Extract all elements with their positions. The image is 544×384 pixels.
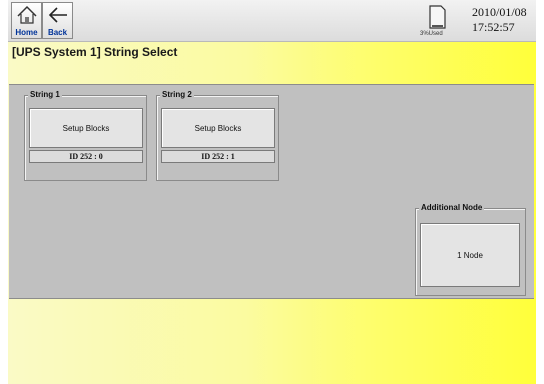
memory-usage-label: 3%Used [420, 31, 443, 37]
page-title: [UPS System 1] String Select [12, 45, 178, 59]
string-1-group: String 1 Setup Blocks ID 252 : 0 [24, 90, 147, 181]
back-button[interactable]: Back [42, 2, 73, 39]
back-button-label: Back [47, 28, 68, 37]
time-display: 17:52:57 [472, 20, 515, 34]
hmi-screen: Home Back 3%Used 2010/01/08 17:52:57 [UP… [8, 0, 536, 384]
additional-node-group: Additional Node 1 Node [415, 203, 526, 296]
additional-node-label: Additional Node [419, 203, 485, 213]
main-panel: String 1 Setup Blocks ID 252 : 0 String … [9, 84, 534, 299]
string-1-setup-blocks-button[interactable]: Setup Blocks [29, 108, 143, 148]
string-2-id: ID 252 : 1 [161, 150, 275, 163]
memory-card-icon [429, 5, 446, 29]
title-bar: [UPS System 1] String Select [8, 43, 536, 65]
date-display: 2010/01/08 [472, 5, 527, 19]
string-1-label: String 1 [28, 90, 62, 100]
additional-node-button[interactable]: 1 Node [420, 223, 520, 287]
string-2-group: String 2 Setup Blocks ID 252 : 1 [156, 90, 279, 181]
arrow-left-icon [48, 7, 67, 23]
string-2-setup-blocks-button[interactable]: Setup Blocks [161, 108, 275, 148]
string-2-label: String 2 [160, 90, 194, 100]
top-bar: Home Back 3%Used 2010/01/08 17:52:57 [8, 0, 536, 42]
home-button-label: Home [15, 28, 38, 37]
string-1-id: ID 252 : 0 [29, 150, 143, 163]
home-button[interactable]: Home [11, 2, 42, 39]
home-icon [17, 5, 37, 24]
